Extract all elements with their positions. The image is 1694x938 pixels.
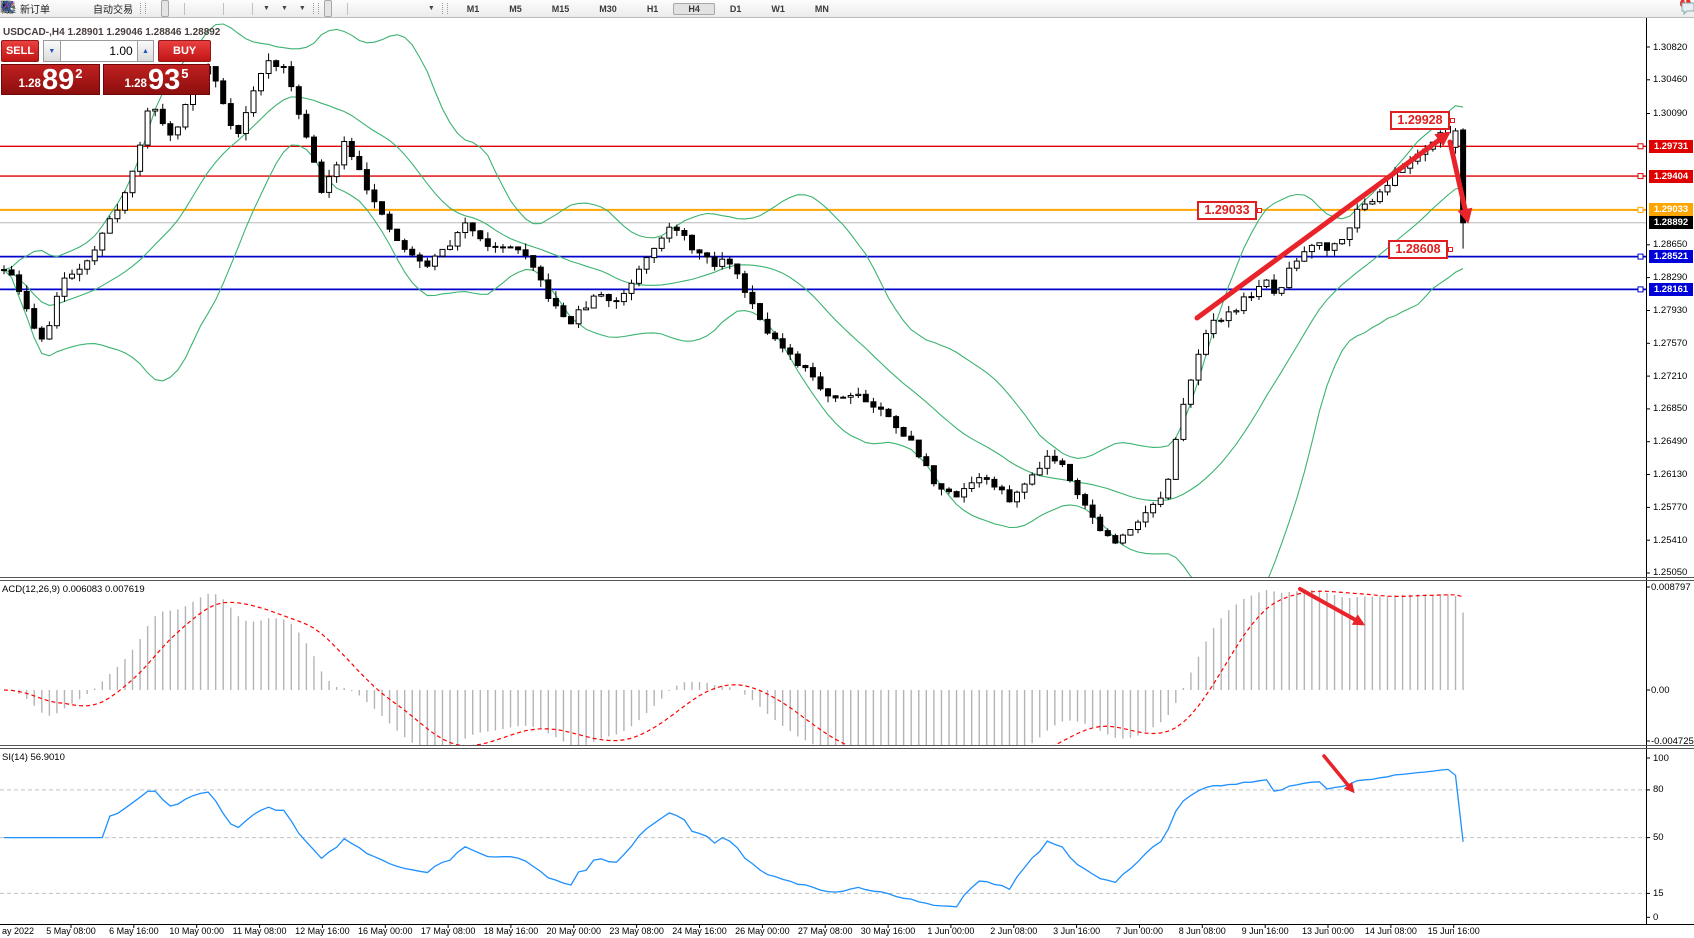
drawn-arrows [1197,135,1467,790]
line-handle [1638,207,1643,212]
one-click-trading-panel: SELL ▼ ▲ BUY 1.28 89 2 1.28 93 5 [1,40,211,95]
price-panel-layer [0,24,1646,622]
buy-price-big: 93 [148,67,180,93]
timeframe-button-M15[interactable]: M15 [537,3,585,15]
toolbar-separator [223,3,224,15]
text-button[interactable]: A [403,0,411,17]
toolbar-drag-handle[interactable] [313,3,319,14]
volume-increase-button[interactable]: ▲ [137,40,155,62]
timeframe-toolbar: M1M5M15M30H1H4D1W1MN [452,2,844,16]
timeframe-button-D1[interactable]: D1 [715,3,757,15]
vertical-line-button[interactable] [353,0,361,17]
buy-price-sup: 5 [181,66,188,81]
fibonacci-button[interactable]: F [393,0,401,17]
toolbar-drag-handle[interactable] [140,3,146,14]
line-handle [1638,144,1643,149]
line-handle [1638,254,1643,259]
arrows-button[interactable]: ▼ [423,0,439,17]
notifications-button[interactable]: 1 [1679,0,1687,17]
toolbar-separator [184,3,185,15]
trendline-button[interactable] [373,0,381,17]
zoom-in-button[interactable] [190,0,198,17]
timeframe-button-M5[interactable]: M5 [494,3,537,15]
chevron-down-icon: ▼ [263,5,270,12]
search-icon [0,0,15,14]
chart-canvas[interactable] [0,0,1694,938]
signals-button[interactable] [76,0,84,17]
toolbar-drag-handle[interactable] [442,3,448,14]
candlestick-chart-button[interactable] [161,0,169,17]
bar-chart-button[interactable] [151,0,159,17]
chart-ohlc-title: USDCAD-,H4 1.28901 1.29046 1.28846 1.288… [3,27,220,38]
metaeditor-button[interactable] [66,0,74,17]
chevron-down-icon: ▼ [281,5,288,12]
line-handle [1638,287,1643,292]
auto-scroll-button[interactable] [229,0,237,17]
sell-price-sup: 2 [75,66,82,81]
timeframe-button-W1[interactable]: W1 [756,3,800,15]
timeframe-button-MN[interactable]: MN [800,3,844,15]
buy-button[interactable]: BUY [158,40,211,62]
trend-arrow [1324,756,1352,790]
chevron-down-icon: ▼ [299,5,306,12]
macd-indicator-label: ACD(12,26,9) 0.006083 0.007619 [2,584,145,595]
chart-shift-button[interactable] [239,0,247,17]
sell-button[interactable]: SELL [1,40,39,62]
toolbar-separator [252,3,253,15]
line-handle [1638,174,1643,179]
cursor-button[interactable] [324,0,332,17]
rsi-indicator-label: SI(14) 56.9010 [2,752,65,763]
timeframe-button-M1[interactable]: M1 [452,3,495,15]
main-toolbar: 新订单 自动交易 [0,0,1694,18]
text-label-button[interactable]: T [413,0,421,17]
indicators-button[interactable]: ▼ [258,0,274,17]
rsi-panel-layer [0,769,1646,906]
zoom-out-button[interactable] [200,0,208,17]
templates-button[interactable]: ▼ [294,0,310,17]
quotes-button[interactable] [56,0,64,17]
search-button[interactable] [1669,0,1677,17]
sell-price-prefix: 1.28 [19,78,41,90]
timeframe-button-H1[interactable]: H1 [632,3,674,15]
timeframe-button-H4[interactable]: H4 [673,3,715,15]
toolbar-separator [347,3,348,15]
trend-arrow [1300,589,1361,623]
auto-trading-button[interactable]: 自动交易 [86,0,137,17]
bollinger-band-line [4,145,1463,622]
candlesticks [2,53,1466,544]
equidistant-channel-button[interactable]: E [383,0,391,17]
sell-price-big: 89 [42,67,74,93]
crosshair-button[interactable] [334,0,342,17]
tile-windows-button[interactable] [210,0,218,17]
new-order-label: 新订单 [20,1,50,16]
timeframe-button-M30[interactable]: M30 [584,3,632,15]
chat-bubble-icon [1680,1,1694,15]
trend-arrow [1197,135,1446,318]
buy-price-prefix: 1.28 [125,78,147,90]
volume-decrease-button[interactable]: ▼ [43,40,61,62]
chevron-down-icon: ▼ [428,5,435,12]
auto-trading-label: 自动交易 [93,1,133,16]
volume-input[interactable] [61,40,137,62]
buy-price-display[interactable]: 1.28 93 5 [103,64,210,95]
horizontal-line-button[interactable] [363,0,371,17]
new-order-button[interactable]: 新订单 [13,0,54,17]
periods-button[interactable]: ▼ [276,0,292,17]
line-chart-button[interactable] [171,0,179,17]
rsi-line [4,769,1463,906]
macd-panel-layer [4,590,1463,772]
sell-price-display[interactable]: 1.28 89 2 [1,64,100,95]
terminal-window: 新订单 自动交易 [0,0,1694,938]
